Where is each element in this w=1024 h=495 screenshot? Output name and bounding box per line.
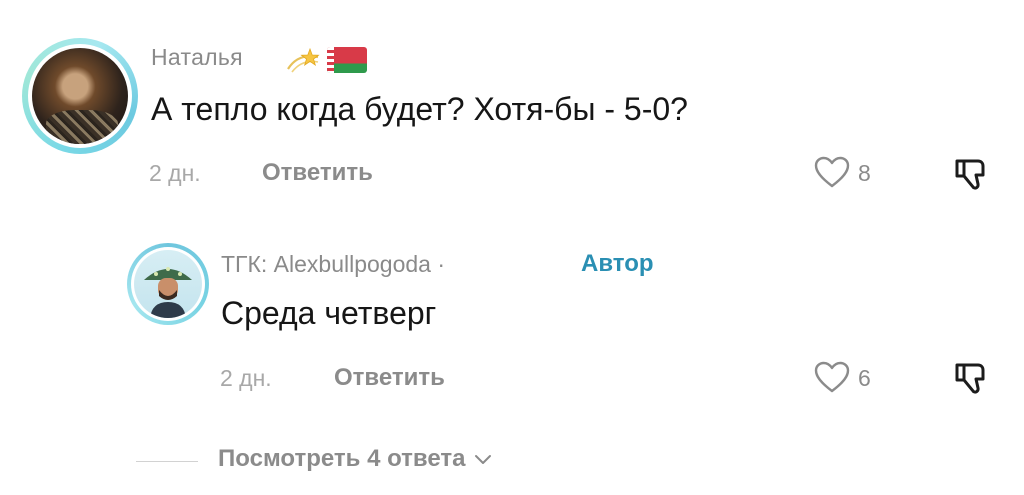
heart-outline-icon[interactable]	[814, 361, 850, 394]
author-avatar[interactable]	[127, 243, 209, 325]
thumbs-down-icon[interactable]	[951, 357, 991, 397]
comment-timestamp: 2 дн.	[149, 160, 201, 186]
like-count: 8	[858, 160, 871, 186]
view-replies-label: Посмотреть 4 ответа	[218, 445, 466, 472]
avatar-photo	[32, 48, 128, 144]
reply-button[interactable]: Ответить	[334, 364, 445, 392]
reply-button[interactable]: Ответить	[262, 159, 373, 187]
replies-divider	[136, 461, 198, 462]
dizzy-star-icon	[287, 47, 320, 73]
comment-text: Среда четверг	[221, 295, 437, 331]
like-count: 6	[858, 365, 871, 391]
belarus-flag-icon	[327, 47, 367, 73]
name-separator: ·	[437, 251, 446, 277]
author-badge: Автор	[581, 250, 654, 277]
heart-outline-icon[interactable]	[814, 156, 850, 189]
commenter-name[interactable]: Наталья	[151, 44, 243, 71]
thumbs-down-icon[interactable]	[951, 153, 991, 193]
comments-section: Наталья А тепло когда будет? Хотя-бы - 5…	[0, 0, 1024, 495]
commenter-avatar[interactable]	[22, 38, 138, 154]
comment-text: А тепло когда будет? Хотя-бы - 5-0?	[151, 91, 688, 127]
view-replies-button[interactable]: Посмотреть 4 ответа	[218, 445, 493, 473]
avatar-cartoon	[134, 250, 202, 318]
chevron-down-icon	[475, 455, 492, 464]
comment-timestamp: 2 дн.	[220, 365, 272, 391]
person-with-hat-illustration	[144, 267, 192, 318]
author-name[interactable]: ТГК: Alexbullpogoda ·	[221, 251, 445, 278]
